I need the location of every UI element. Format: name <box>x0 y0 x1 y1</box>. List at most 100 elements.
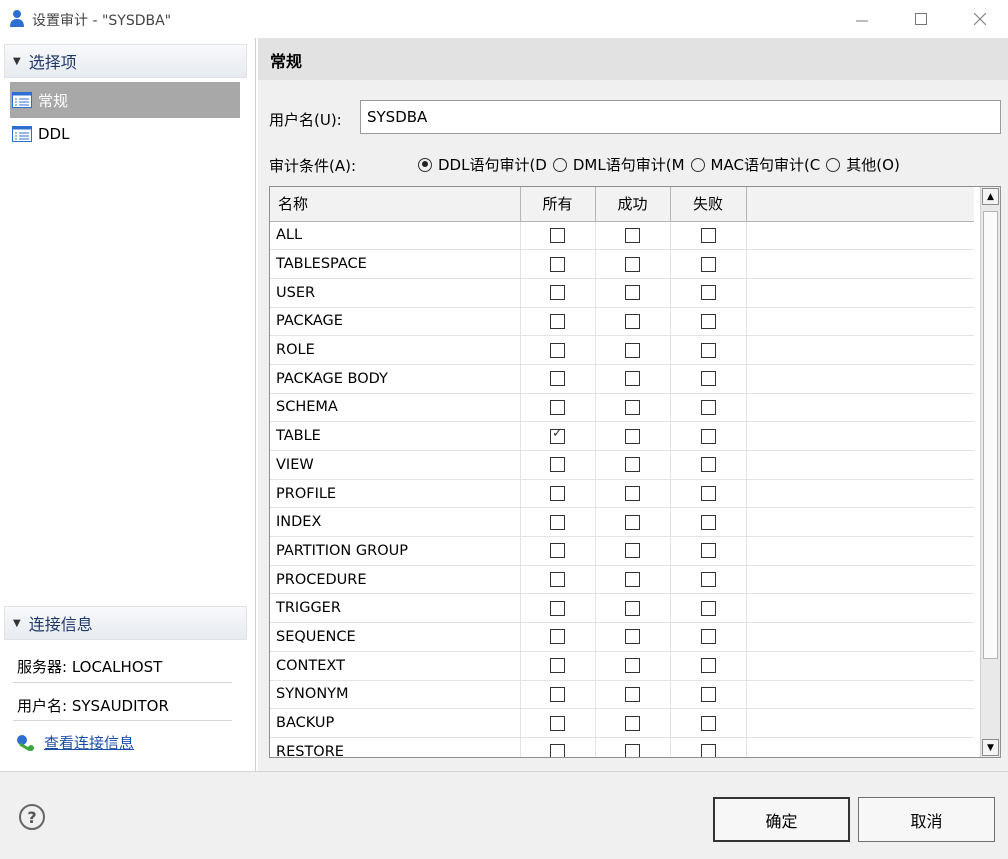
checkbox-all[interactable] <box>550 486 565 502</box>
checkbox-fail[interactable] <box>700 457 716 473</box>
checkbox-success[interactable] <box>625 428 640 444</box>
nav-item-general[interactable]: 常规 <box>10 82 240 118</box>
checkbox-success[interactable] <box>625 399 640 415</box>
table-row[interactable]: BACKUP <box>270 708 974 738</box>
checkbox-fail[interactable] <box>700 227 716 243</box>
checkbox-fail[interactable] <box>700 371 716 387</box>
radio-dml[interactable]: DML语句审计(M <box>552 154 685 175</box>
table-row[interactable]: RESTORE <box>270 737 974 757</box>
checkbox-success[interactable] <box>625 600 640 616</box>
table-row[interactable]: INDEX <box>270 507 974 538</box>
checkbox-success[interactable] <box>625 342 640 358</box>
checkbox-all[interactable] <box>550 572 565 588</box>
table-row[interactable]: ROLE <box>270 335 974 365</box>
checkbox-all[interactable] <box>550 715 565 731</box>
checkbox-all[interactable] <box>550 313 565 329</box>
column-header-success[interactable]: 成功 <box>595 187 671 222</box>
table-row[interactable]: ALL <box>270 221 974 251</box>
scroll-thumb[interactable] <box>983 211 998 659</box>
table-row[interactable]: TABLE <box>270 421 974 451</box>
table-row[interactable]: PACKAGE <box>270 307 974 337</box>
checkbox-success[interactable] <box>625 686 640 702</box>
checkbox-all[interactable] <box>550 371 565 387</box>
table-row[interactable]: PARTITION GROUP <box>270 536 974 566</box>
table-row[interactable]: SEQUENCE <box>270 622 974 652</box>
scroll-down-arrow-icon[interactable]: ▼ <box>982 739 999 756</box>
maximize-button[interactable] <box>899 6 943 32</box>
checkbox-success[interactable] <box>625 744 640 757</box>
checkbox-success[interactable] <box>625 285 640 301</box>
view-connection-link-text[interactable]: 查看连接信息 <box>44 732 134 753</box>
checkbox-all[interactable] <box>550 399 565 415</box>
checkbox-success[interactable] <box>625 256 640 272</box>
checkbox-fail[interactable] <box>700 256 716 272</box>
scroll-up-arrow-icon[interactable]: ▲ <box>982 188 999 205</box>
checkbox-success[interactable] <box>625 572 640 588</box>
checkbox-all[interactable] <box>550 342 565 358</box>
options-section-header[interactable]: ▼ 选择项 <box>4 44 247 78</box>
checkbox-success[interactable] <box>625 457 640 473</box>
minimize-button[interactable] <box>840 6 884 32</box>
checkbox-success[interactable] <box>625 486 640 502</box>
checkbox-all[interactable] <box>550 285 565 301</box>
view-connection-link[interactable]: 查看连接信息 <box>16 732 134 753</box>
checkbox-success[interactable] <box>625 543 640 559</box>
nav-item-ddl[interactable]: DDL <box>10 116 240 152</box>
checkbox-fail[interactable] <box>700 514 716 530</box>
table-row[interactable]: USER <box>270 278 974 308</box>
table-row[interactable]: TABLESPACE <box>270 249 974 279</box>
table-row[interactable]: SYNONYM <box>270 680 974 710</box>
username-input[interactable] <box>360 100 1001 134</box>
help-icon[interactable]: ? <box>19 804 45 830</box>
checkbox-fail[interactable] <box>700 658 716 674</box>
column-header-all[interactable]: 所有 <box>520 187 596 222</box>
checkbox-success[interactable] <box>625 715 640 731</box>
checkbox-fail[interactable] <box>700 313 716 329</box>
checkbox-fail[interactable] <box>700 486 716 502</box>
checkbox-fail[interactable] <box>700 285 716 301</box>
checkbox-all[interactable] <box>550 686 565 702</box>
checkbox-all[interactable] <box>550 227 565 243</box>
table-row[interactable]: VIEW <box>270 450 974 480</box>
table-row[interactable]: TRIGGER <box>270 593 974 624</box>
checkbox-all[interactable] <box>550 514 565 530</box>
checkbox-all[interactable] <box>550 426 565 444</box>
checkbox-all[interactable] <box>550 744 565 757</box>
connection-section-header[interactable]: ▼ 连接信息 <box>4 606 247 640</box>
checkbox-fail[interactable] <box>700 686 716 702</box>
checkbox-all[interactable] <box>550 629 565 645</box>
checkbox-all[interactable] <box>550 256 565 272</box>
table-row[interactable]: SCHEMA <box>270 393 974 423</box>
checkbox-fail[interactable] <box>700 572 716 588</box>
checkbox-all[interactable] <box>550 600 565 616</box>
close-button[interactable] <box>958 6 1002 32</box>
cancel-button[interactable]: 取消 <box>858 797 995 842</box>
radio-ddl[interactable]: DDL语句审计(D <box>418 154 547 175</box>
checkbox-fail[interactable] <box>700 715 716 731</box>
radio-other[interactable]: 其他(O) <box>826 154 900 175</box>
ok-button[interactable]: 确定 <box>713 797 850 842</box>
column-header-fail[interactable]: 失败 <box>670 187 747 222</box>
vertical-scrollbar[interactable]: ▲ ▼ <box>980 187 1000 757</box>
checkbox-all[interactable] <box>550 457 565 473</box>
checkbox-success[interactable] <box>625 514 640 530</box>
column-header-name[interactable]: 名称 <box>270 187 521 222</box>
checkbox-all[interactable] <box>550 543 565 559</box>
checkbox-fail[interactable] <box>700 744 716 757</box>
checkbox-fail[interactable] <box>700 629 716 645</box>
checkbox-fail[interactable] <box>700 543 716 559</box>
checkbox-success[interactable] <box>625 629 640 645</box>
table-row[interactable]: PROCEDURE <box>270 565 974 595</box>
checkbox-fail[interactable] <box>700 399 716 415</box>
checkbox-fail[interactable] <box>700 600 716 616</box>
checkbox-success[interactable] <box>625 371 640 387</box>
checkbox-fail[interactable] <box>700 428 716 444</box>
table-row[interactable]: CONTEXT <box>270 651 974 681</box>
table-row[interactable]: PACKAGE BODY <box>270 364 974 394</box>
radio-mac[interactable]: MAC语句审计(C <box>690 154 820 175</box>
table-row[interactable]: PROFILE <box>270 479 974 509</box>
checkbox-all[interactable] <box>550 658 565 674</box>
checkbox-success[interactable] <box>625 313 640 329</box>
checkbox-fail[interactable] <box>700 342 716 358</box>
checkbox-success[interactable] <box>625 658 640 674</box>
